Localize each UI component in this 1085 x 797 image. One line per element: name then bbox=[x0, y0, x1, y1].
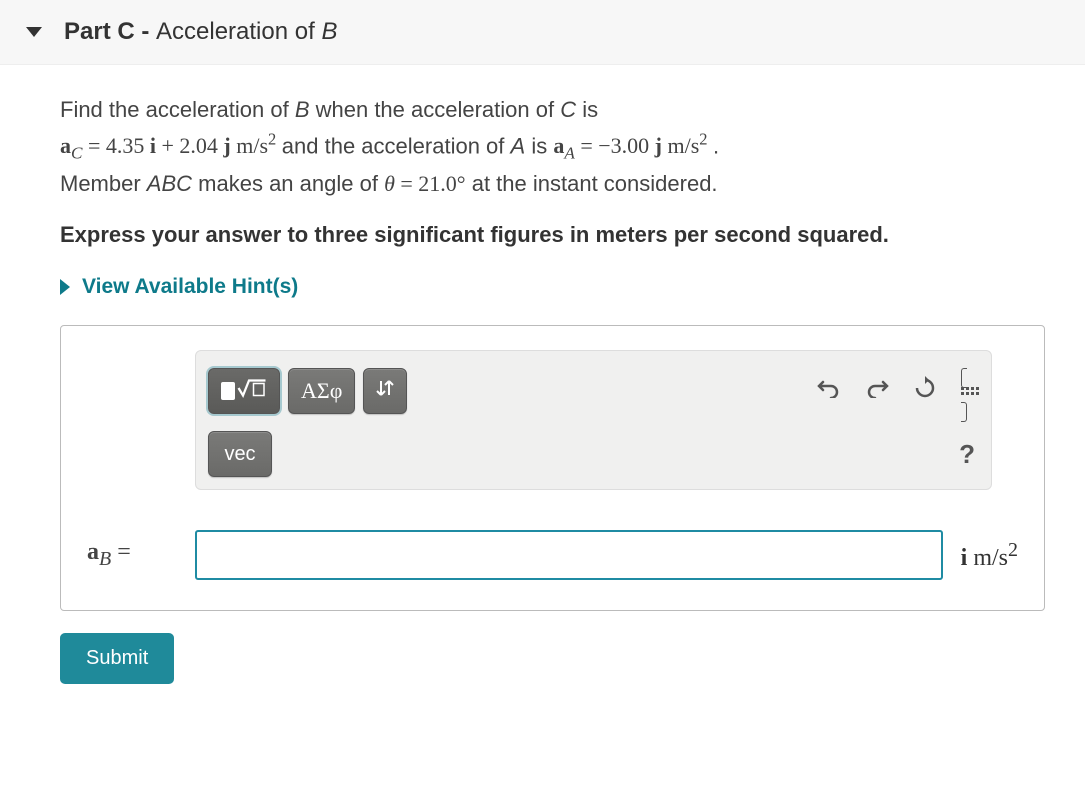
keyboard-icon[interactable] bbox=[961, 361, 979, 421]
view-hints-toggle[interactable]: View Available Hint(s) bbox=[60, 275, 1045, 299]
reset-icon[interactable] bbox=[913, 376, 937, 406]
part-header: Part C - Acceleration of B bbox=[0, 0, 1085, 65]
redo-icon[interactable] bbox=[865, 378, 889, 404]
undo-icon[interactable] bbox=[817, 378, 841, 404]
answer-instructions: Express your answer to three significant… bbox=[60, 219, 1045, 251]
answer-units: i m/s2 bbox=[943, 539, 1018, 572]
part-title: Part C - Acceleration of B bbox=[64, 18, 337, 46]
part-label: Part C bbox=[64, 18, 135, 45]
collapse-caret-icon[interactable] bbox=[26, 27, 42, 37]
greek-icon: ΑΣφ bbox=[301, 378, 342, 404]
greek-symbols-button[interactable]: ΑΣφ bbox=[288, 368, 355, 414]
template-math-button[interactable] bbox=[208, 368, 280, 414]
hints-label: View Available Hint(s) bbox=[82, 275, 298, 299]
submit-button[interactable]: Submit bbox=[60, 633, 174, 684]
updown-arrow-icon bbox=[376, 377, 394, 405]
template-icon bbox=[221, 377, 267, 405]
answer-input[interactable] bbox=[195, 530, 943, 580]
equation-aC: aC = 4.35 i + 2.04 j m/s2 bbox=[60, 133, 282, 158]
vec-button[interactable]: vec bbox=[208, 431, 272, 477]
answer-input-row: aB = i m/s2 bbox=[87, 530, 1018, 580]
equation-aA: aA = −3.00 j m/s2 bbox=[553, 133, 713, 158]
problem-statement: Find the acceleration of B when the acce… bbox=[60, 93, 1045, 201]
answer-panel: ΑΣφ bbox=[60, 325, 1045, 611]
answer-lhs: aB = bbox=[87, 539, 195, 571]
help-icon[interactable]: ? bbox=[959, 439, 979, 470]
chevron-right-icon bbox=[60, 279, 70, 295]
content-area: Find the acceleration of B when the acce… bbox=[0, 65, 1085, 704]
equation-toolbar: ΑΣφ bbox=[195, 350, 992, 490]
subscript-arrows-button[interactable] bbox=[363, 368, 407, 414]
